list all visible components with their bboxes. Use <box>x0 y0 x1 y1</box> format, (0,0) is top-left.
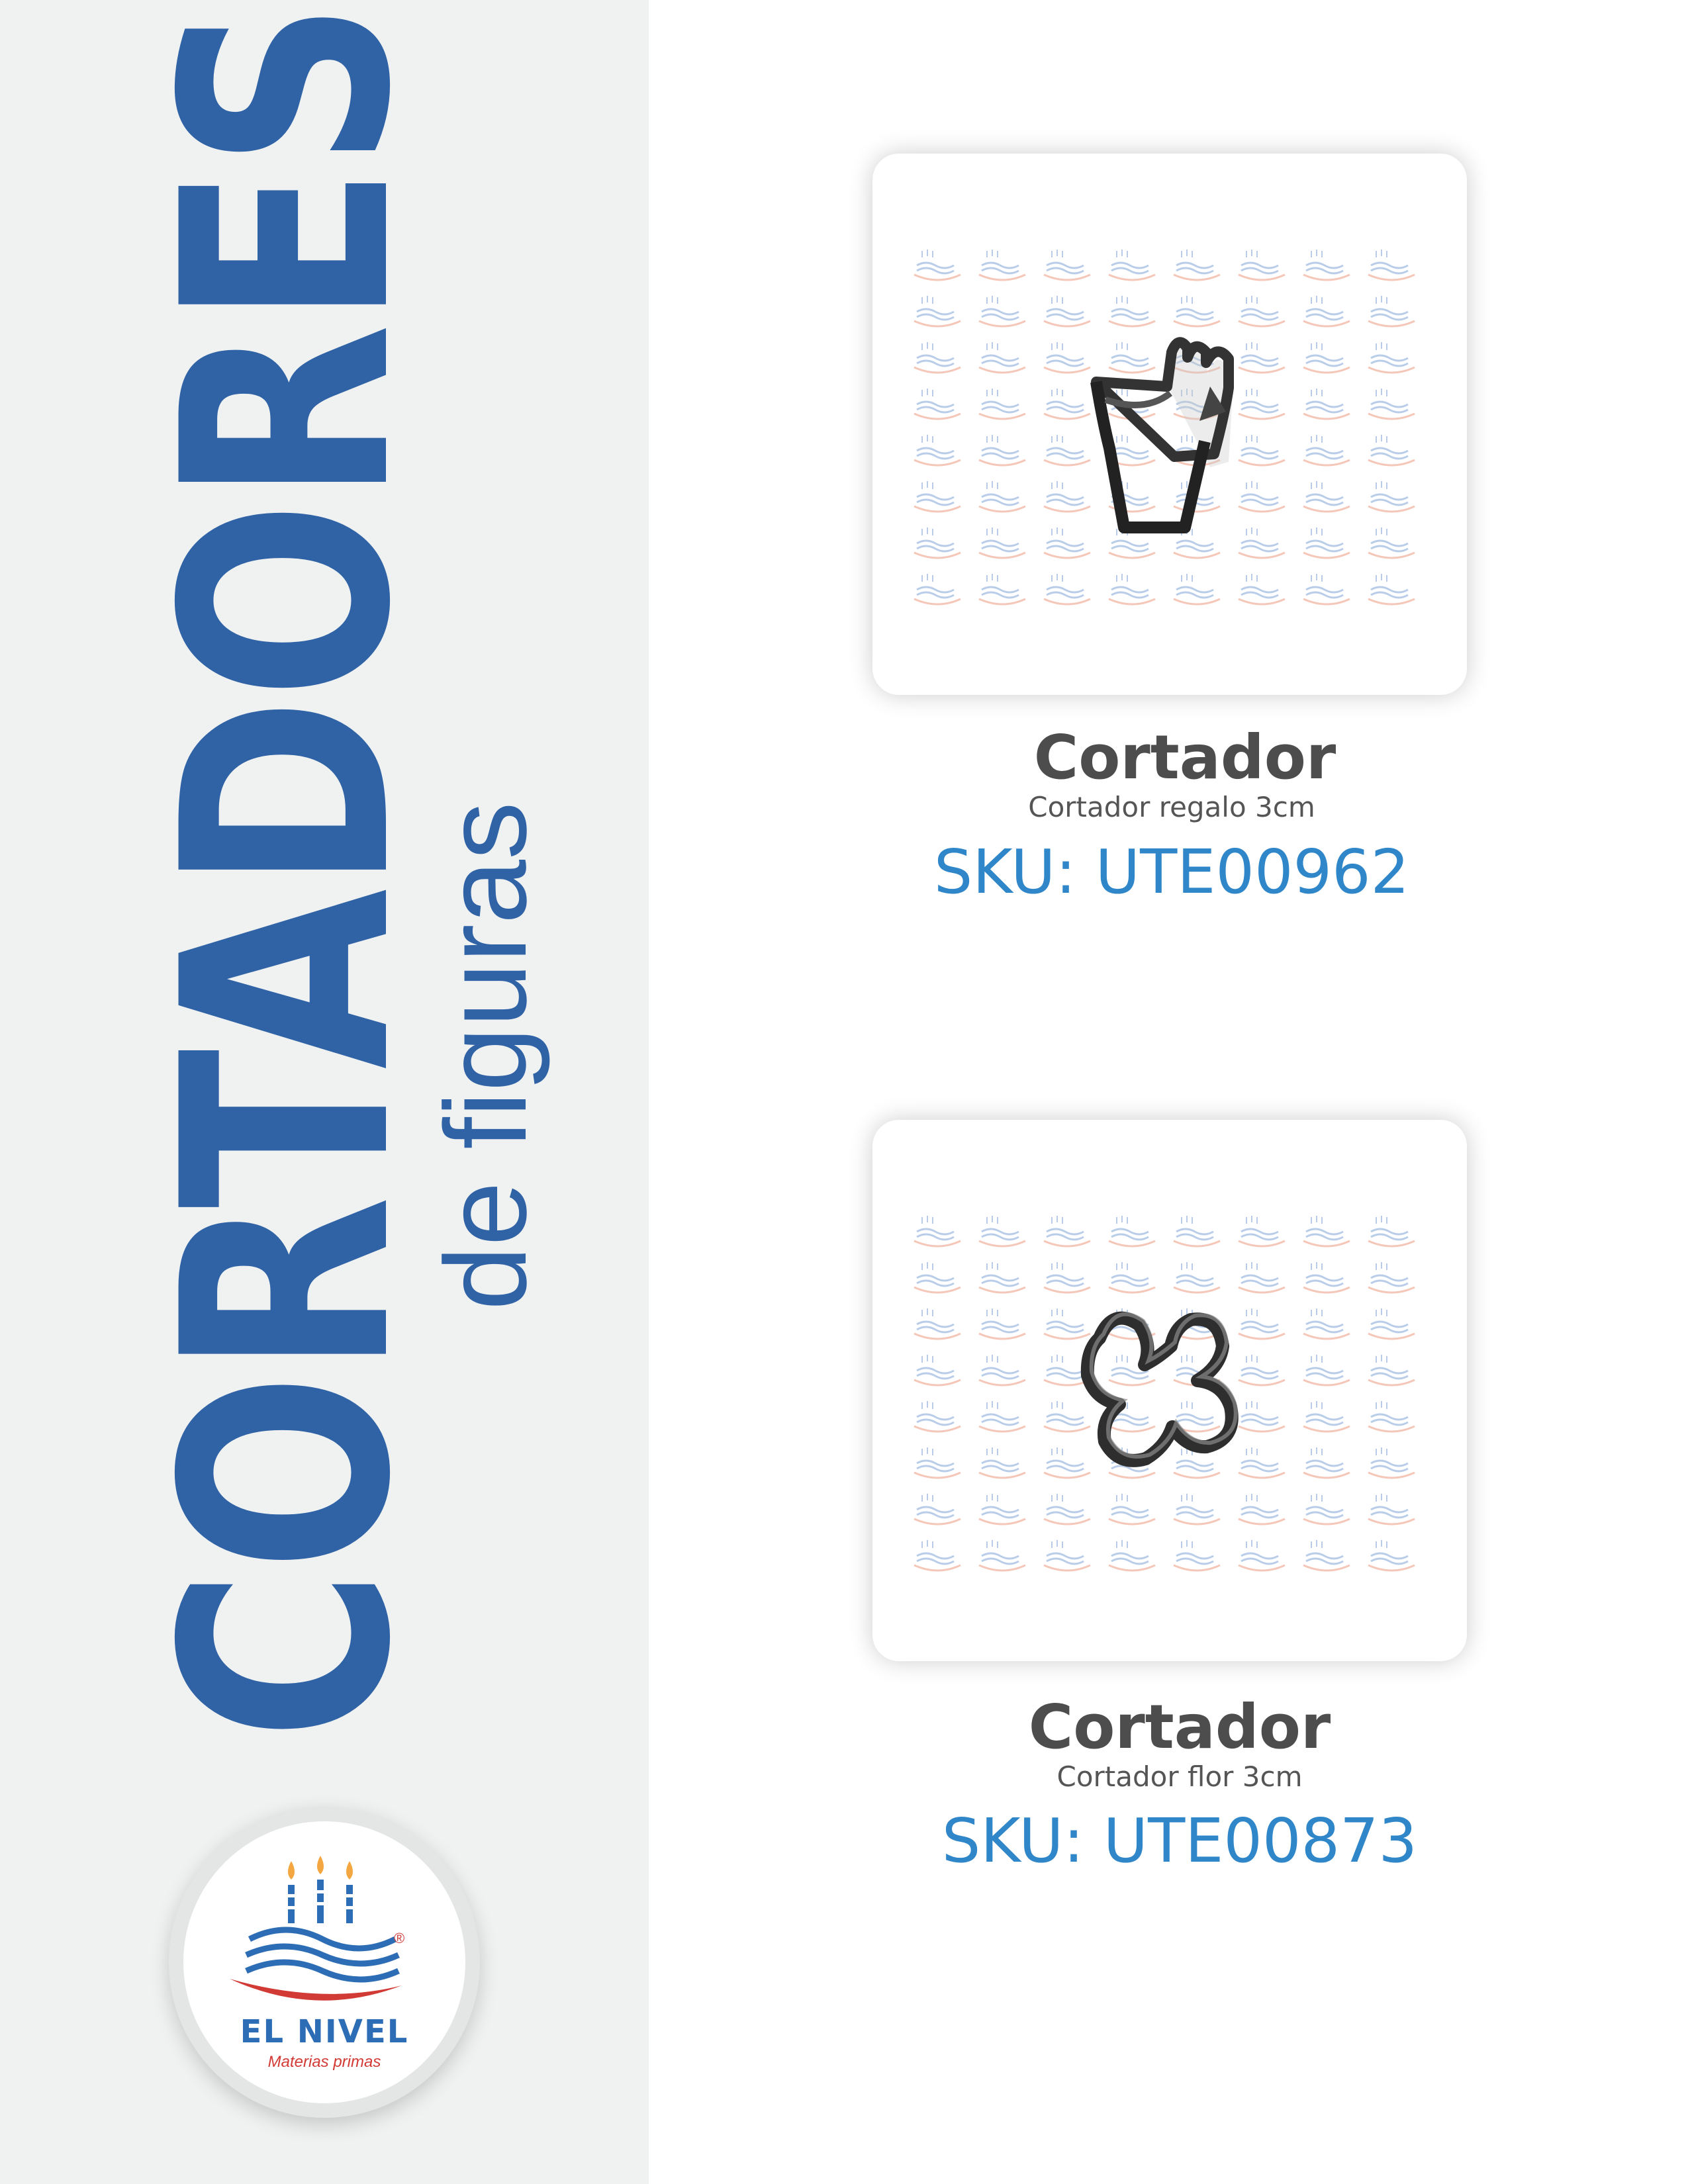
page-subtitle: de figuras <box>422 801 551 1310</box>
product-sku: SKU: UTE00962 <box>933 837 1410 907</box>
product-title: Cortador <box>1033 722 1336 793</box>
brand-logo: ® EL NIVEL Materias primas <box>169 1807 480 2118</box>
product-sku: SKU: UTE00873 <box>941 1805 1418 1876</box>
brand-logo-disc: ® EL NIVEL Materias primas <box>183 1821 465 2103</box>
flower-cookie-cutter-icon <box>1080 1311 1239 1467</box>
product-image-card[interactable] <box>872 1120 1467 1661</box>
product-description: Cortador flor 3cm <box>1056 1760 1303 1793</box>
gift-cookie-cutter-icon <box>1090 337 1234 533</box>
product-description: Cortador regalo 3cm <box>1028 791 1315 823</box>
svg-text:®: ® <box>394 1930 404 1946</box>
brand-name: EL NIVEL <box>240 2013 409 2050</box>
page-title: CORTADORES <box>122 2 453 1741</box>
brand-tagline: Materias primas <box>267 2053 381 2071</box>
product-image-card[interactable] <box>872 154 1467 695</box>
product-title: Cortador <box>1028 1692 1331 1762</box>
sidebar-panel: CORTADORES de figuras ® EL NIVEL Materia… <box>0 0 649 2184</box>
